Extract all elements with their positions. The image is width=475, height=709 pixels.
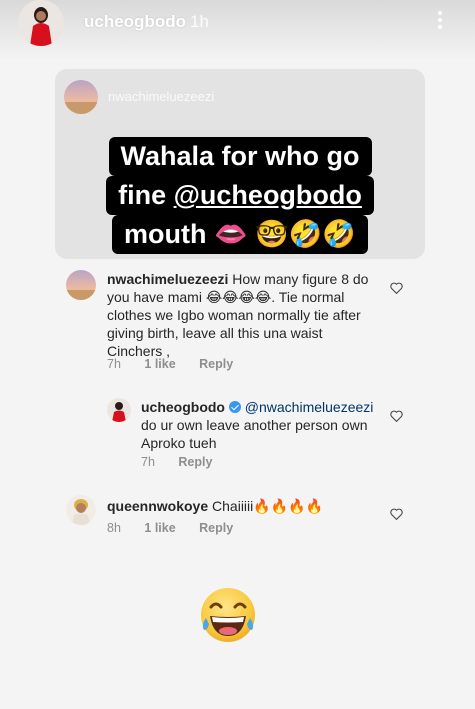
comment-avatar[interactable] xyxy=(66,270,96,300)
heart-icon[interactable] xyxy=(390,410,403,422)
comment-avatar[interactable] xyxy=(66,495,96,525)
reply-button[interactable]: Reply xyxy=(178,455,212,469)
caption-line-2-text: fine xyxy=(118,180,174,210)
reply-meta: 7h Reply xyxy=(141,455,232,469)
story-timestamp: 1h xyxy=(190,12,209,31)
post-author-username[interactable]: nwachimeluezeezi xyxy=(108,89,214,104)
comment-meta: 7h 1 like Reply xyxy=(107,357,253,371)
story-username[interactable]: ucheogbodo xyxy=(84,12,186,32)
post-author-avatar[interactable] xyxy=(64,80,98,114)
comment-username[interactable]: nwachimeluezeezi xyxy=(107,271,228,287)
caption-line-2: fine @ucheogbodo xyxy=(106,176,374,215)
reply-username[interactable]: ucheogbodo xyxy=(141,399,225,415)
comment-likes[interactable]: 1 like xyxy=(144,521,175,535)
reply-avatar[interactable] xyxy=(107,398,131,422)
verified-badge-icon xyxy=(228,401,241,413)
post-caption: Wahala for who go fine @ucheogbodo mouth… xyxy=(95,137,385,254)
caption-mention[interactable]: @ucheogbodo xyxy=(174,180,362,210)
laughing-face-icon xyxy=(201,588,255,642)
comment-username[interactable]: queennwokoye xyxy=(107,498,208,514)
reply-body: ucheogbodo @nwachimeluezeezi do ur own l… xyxy=(141,398,381,452)
reply-button[interactable]: Reply xyxy=(199,357,233,371)
reply-mention[interactable]: @nwachimeluezeezi xyxy=(245,399,374,415)
story-avatar[interactable] xyxy=(18,0,64,46)
reply-button[interactable]: Reply xyxy=(199,521,233,535)
more-vertical-icon[interactable] xyxy=(432,8,448,34)
story-top-gradient xyxy=(0,0,475,60)
comment-meta: 8h 1 like Reply xyxy=(107,521,253,535)
comment-likes[interactable]: 1 like xyxy=(144,357,175,371)
heart-icon[interactable] xyxy=(390,508,403,520)
reply-time: 7h xyxy=(141,455,155,469)
comment-time: 7h xyxy=(107,357,121,371)
caption-line-1: Wahala for who go xyxy=(108,137,372,176)
comment-body: queennwokoye Chaiiiii🔥🔥🔥🔥 xyxy=(107,497,377,515)
comment-text: Chaiiiii🔥🔥🔥🔥 xyxy=(212,498,323,514)
heart-icon[interactable] xyxy=(390,282,403,294)
comment-body: nwachimeluezeezi How many figure 8 do yo… xyxy=(107,270,377,360)
caption-line-3: mouth 👄 🤓🤣🤣 xyxy=(112,215,368,254)
reply-text: do ur own leave another person own Aprok… xyxy=(141,417,368,451)
comment-time: 8h xyxy=(107,521,121,535)
